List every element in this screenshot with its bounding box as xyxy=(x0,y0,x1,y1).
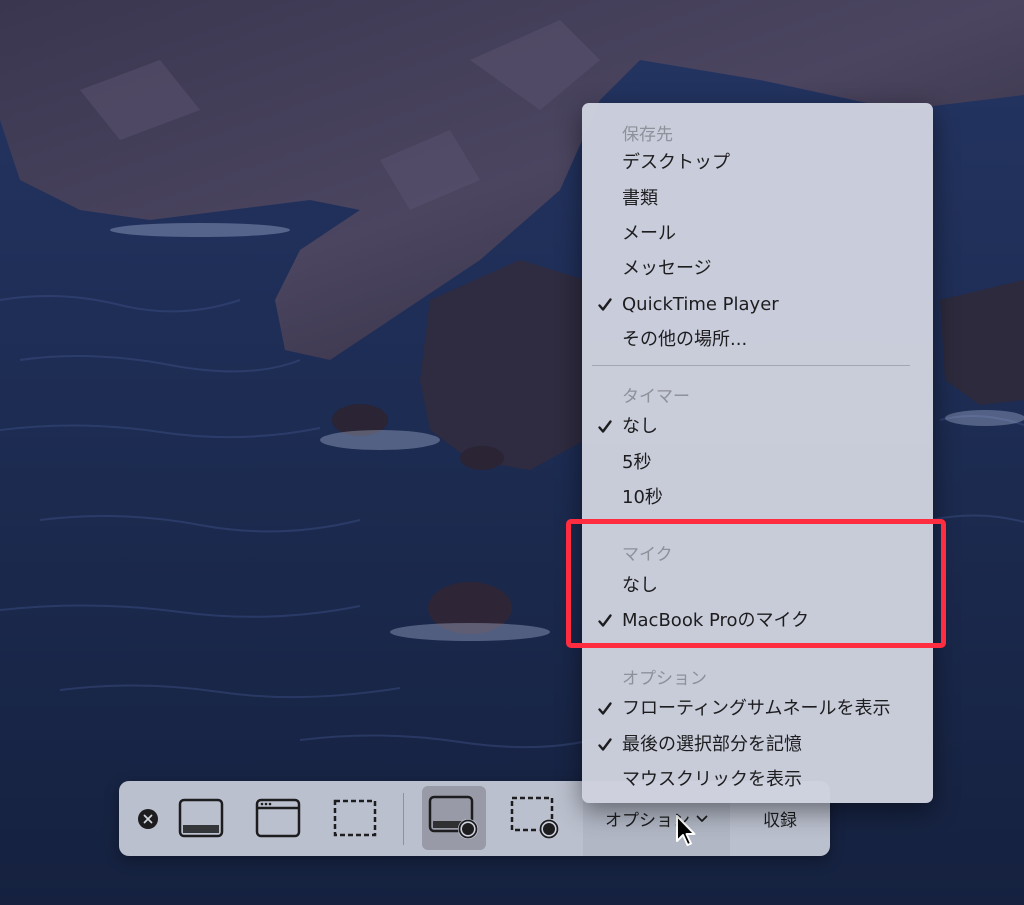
menu-item-timer-5s[interactable]: 5秒 xyxy=(582,446,933,480)
menu-item-show-mouse-clicks[interactable]: マウスクリックを表示 xyxy=(582,763,933,797)
close-toolbar-button[interactable] xyxy=(138,809,158,829)
menu-item-desktop[interactable]: デスクトップ xyxy=(582,146,933,180)
menu-item-label: マウスクリックを表示 xyxy=(622,769,802,790)
menu-item-macbook-pro-mic[interactable]: MacBook Proのマイク xyxy=(582,604,933,638)
menu-separator xyxy=(592,647,910,648)
record-entire-screen-icon xyxy=(428,795,478,839)
toolbar-divider xyxy=(403,793,404,845)
capture-selected-window-button[interactable] xyxy=(251,791,305,845)
checkmark-icon xyxy=(598,738,612,751)
menu-item-label: デスクトップ xyxy=(622,152,730,173)
capture-entire-screen-icon xyxy=(178,798,224,838)
record-button-label: 収録 xyxy=(763,811,797,831)
record-selected-portion-icon xyxy=(510,796,559,839)
menu-item-label: 10秒 xyxy=(622,487,663,508)
capture-selected-window-icon xyxy=(255,798,301,838)
menu-item-timer-none[interactable]: なし xyxy=(582,410,933,444)
close-icon xyxy=(143,814,153,824)
checkmark-icon xyxy=(598,614,612,627)
capture-entire-screen-button[interactable] xyxy=(174,791,228,845)
menu-item-label: 最後の選択部分を記憶 xyxy=(622,734,802,755)
menu-separator xyxy=(592,523,910,524)
section-header-timer: タイマー xyxy=(622,387,690,407)
section-header-save-to: 保存先 xyxy=(622,125,673,145)
record-selected-portion-button[interactable] xyxy=(505,791,565,845)
checkmark-icon xyxy=(598,420,612,433)
menu-item-label: 書類 xyxy=(622,188,658,209)
menu-item-messages[interactable]: メッセージ xyxy=(582,252,933,286)
checkmark-icon xyxy=(598,298,612,311)
menu-item-documents[interactable]: 書類 xyxy=(582,182,933,216)
menu-item-remember-last-selection[interactable]: 最後の選択部分を記憶 xyxy=(582,728,933,762)
record-entire-screen-button[interactable] xyxy=(422,786,486,850)
menu-separator xyxy=(592,365,910,366)
capture-selected-portion-button[interactable] xyxy=(328,791,382,845)
menu-item-label: なし xyxy=(622,575,658,596)
menu-item-label: なし xyxy=(622,416,658,437)
menu-item-show-floating-thumbnail[interactable]: フローティングサムネールを表示 xyxy=(582,692,933,726)
menu-item-label: QuickTime Player xyxy=(622,294,779,315)
menu-item-label: その他の場所... xyxy=(622,329,748,350)
capture-selected-portion-icon xyxy=(333,799,377,837)
menu-item-label: メッセージ xyxy=(622,258,712,279)
chevron-down-icon xyxy=(696,815,708,822)
menu-item-mic-none[interactable]: なし xyxy=(582,569,933,603)
options-dropdown-menu: 保存先 デスクトップ 書類 メール メッセージ QuickTime Player… xyxy=(582,103,933,803)
menu-item-label: フローティングサムネールを表示 xyxy=(622,698,891,719)
menu-item-label: 5秒 xyxy=(622,452,652,473)
menu-item-timer-10s[interactable]: 10秒 xyxy=(582,481,933,515)
options-button-label: オプション xyxy=(605,811,690,831)
menu-item-label: MacBook Proのマイク xyxy=(622,610,810,631)
checkmark-icon xyxy=(598,702,612,715)
section-header-options: オプション xyxy=(622,669,707,689)
menu-item-quicktime-player[interactable]: QuickTime Player xyxy=(582,288,933,322)
section-header-microphone: マイク xyxy=(622,545,673,565)
menu-item-label: メール xyxy=(622,223,676,244)
menu-item-other-location[interactable]: その他の場所... xyxy=(582,323,933,357)
menu-item-mail[interactable]: メール xyxy=(582,217,933,251)
